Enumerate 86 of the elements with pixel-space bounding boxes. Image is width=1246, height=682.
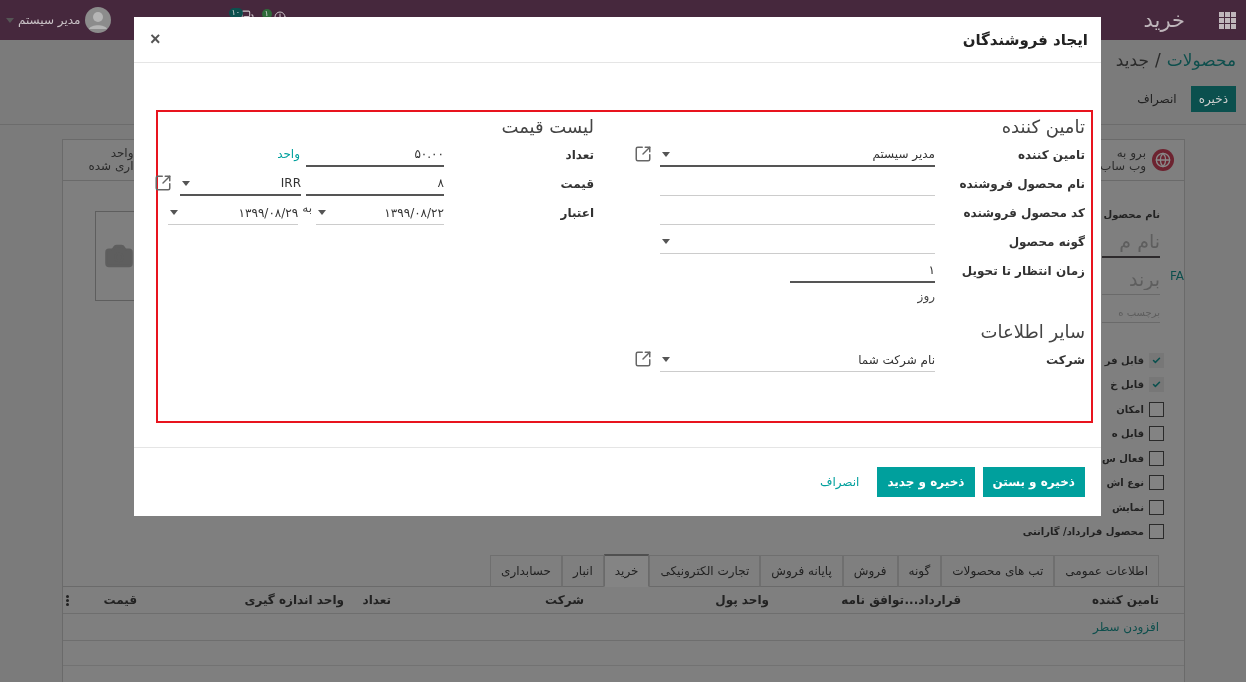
- tab[interactable]: گونه: [897, 555, 942, 587]
- checkbox[interactable]: [1149, 475, 1164, 491]
- checkbox-label: فعال س: [1102, 452, 1144, 464]
- breadcrumb-separator: /: [1154, 50, 1161, 70]
- caret-icon: [182, 181, 190, 186]
- apps-grid-icon[interactable]: [1219, 11, 1236, 29]
- field-label: تعداد: [564, 147, 594, 162]
- input-field[interactable]: ۸: [306, 172, 444, 196]
- column-options-icon[interactable]: [66, 594, 69, 606]
- caret-icon: [170, 210, 179, 215]
- smart-button-label[interactable]: برو به وب ساب: [1100, 147, 1146, 173]
- tab[interactable]: حسابداری: [490, 555, 562, 587]
- check-icon: [1152, 380, 1161, 390]
- check-icon: [1152, 355, 1161, 365]
- user-name[interactable]: مدیر سیستم: [18, 13, 81, 27]
- range-label: به: [301, 201, 313, 215]
- input-field[interactable]: ۱: [790, 259, 935, 283]
- input-field[interactable]: ۵۰.۰۰: [306, 143, 444, 167]
- date-field[interactable]: ۱۳۹۹/۰۸/۲۲: [316, 201, 444, 225]
- checkbox[interactable]: [1149, 401, 1164, 417]
- checkbox[interactable]: [1149, 450, 1164, 466]
- checkbox-label: قابل فر: [1104, 354, 1144, 366]
- column-header: قیمت: [102, 593, 137, 607]
- field-label: زمان انتظار تا تحویل: [960, 263, 1085, 278]
- tab[interactable]: فروش: [842, 555, 898, 587]
- checkbox-label: قابل خ: [1110, 379, 1144, 391]
- avatar-icon[interactable]: [84, 7, 111, 33]
- checkbox[interactable]: [1149, 426, 1164, 442]
- dialog-button[interactable]: ذخیره و بستن: [982, 467, 1085, 497]
- dialog-button[interactable]: ذخیره و جدید: [877, 467, 975, 497]
- checkbox[interactable]: [1149, 524, 1164, 540]
- column-header: تعداد: [361, 593, 391, 607]
- tab[interactable]: اطلاعات عمومی: [1054, 555, 1159, 587]
- save-button[interactable]: ذخیره: [1190, 86, 1236, 112]
- section-title: لیست قیمت: [500, 116, 594, 137]
- cancel-button[interactable]: انصراف: [809, 475, 870, 489]
- checkbox-label: محصول قرارداد/ گارانتی: [1022, 526, 1144, 538]
- select-field[interactable]: نام شرکت شما: [660, 348, 935, 372]
- tab[interactable]: تب های محصولات: [941, 555, 1055, 587]
- field-label: نام محصول: [1103, 209, 1160, 220]
- close-button[interactable]: ×: [146, 29, 165, 50]
- breadcrumb-link[interactable]: محصولات: [1166, 50, 1236, 70]
- checkbox[interactable]: [1149, 352, 1164, 368]
- checkbox[interactable]: [1149, 377, 1164, 393]
- checkbox-label: نمایش: [1111, 501, 1144, 513]
- field-label: اعتبار: [559, 205, 594, 220]
- currency-select[interactable]: IRR: [180, 172, 301, 196]
- field-label: قیمت: [559, 176, 594, 191]
- column-header: توافق نامه: [840, 593, 904, 607]
- globe-icon: [1152, 149, 1174, 171]
- tab[interactable]: انبار: [562, 555, 604, 587]
- column-header: تامین کننده: [1090, 593, 1159, 607]
- app-title: خرید: [1143, 8, 1185, 32]
- field-label: نام محصول فروشنده: [958, 176, 1085, 191]
- discard-button[interactable]: انصراف: [1131, 91, 1183, 107]
- caret-icon: [662, 239, 670, 244]
- field-label: شرکت: [1045, 352, 1085, 367]
- checkbox-label: قابل ه: [1111, 428, 1144, 440]
- language-link[interactable]: FA: [1170, 269, 1184, 283]
- caret-icon: [662, 357, 670, 362]
- add-line-link[interactable]: افزودن سطر: [961, 620, 1159, 634]
- column-header: شرکت: [544, 593, 584, 607]
- caret-icon: [662, 152, 670, 157]
- checkbox-label: امکان: [1116, 403, 1144, 415]
- smart-button-label[interactable]: واحد اری شده: [88, 147, 134, 173]
- caret-icon: [6, 17, 14, 23]
- tab[interactable]: خرید: [603, 554, 650, 587]
- breadcrumb-current: جدید: [1115, 50, 1149, 70]
- caret-icon: [318, 210, 326, 215]
- date-field[interactable]: ۱۳۹۹/۰۸/۲۹: [168, 201, 299, 225]
- dialog-title: ایجاد فروشندگان: [962, 30, 1088, 49]
- field-label: تامین کننده: [1016, 147, 1085, 162]
- tab[interactable]: پایانه فروش: [760, 555, 843, 587]
- section-title: تامین کننده: [1000, 116, 1085, 137]
- tab[interactable]: تجارت الکترونیکی: [649, 555, 761, 587]
- column-header: واحد اندازه گیری: [243, 593, 344, 607]
- field-label: کد محصول فروشنده: [962, 205, 1085, 220]
- unit-link[interactable]: واحد: [277, 143, 306, 161]
- section-title: سایر اطلاعات: [979, 321, 1085, 342]
- unit-label: روز: [916, 289, 935, 303]
- column-header: قرارداد...: [904, 593, 961, 607]
- checkbox-label: نوع اش: [1106, 477, 1144, 489]
- select-field[interactable]: مدیر سیستم: [660, 143, 935, 167]
- column-header: واحد پول: [714, 593, 769, 607]
- field-label: گونه محصول: [1007, 234, 1085, 249]
- checkbox[interactable]: [1149, 499, 1164, 515]
